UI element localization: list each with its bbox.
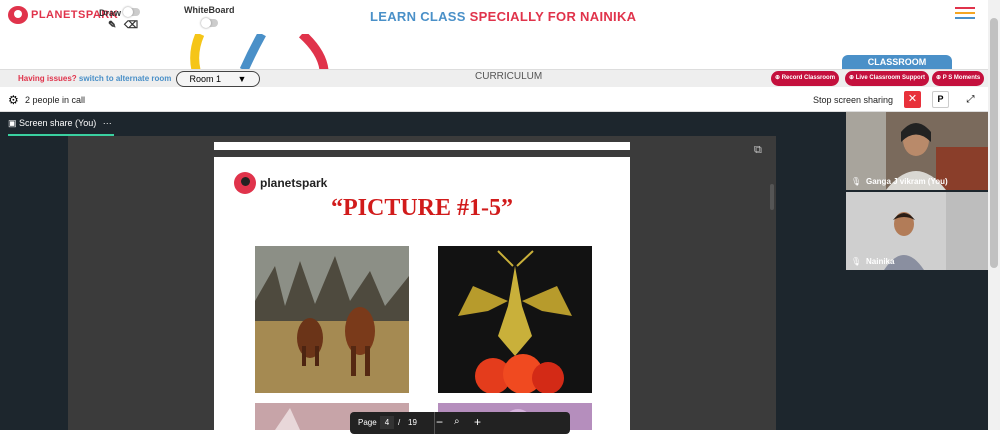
page-number-input[interactable]: 4: [380, 416, 394, 429]
menu-icon[interactable]: [955, 7, 975, 22]
people-count: 2 people in call: [25, 95, 86, 105]
document-logo: planetspark: [234, 172, 327, 194]
page-label: Page: [358, 418, 377, 427]
popout-icon[interactable]: ⧉: [754, 144, 762, 157]
p-button[interactable]: P: [932, 91, 949, 108]
whiteboard-label: WhiteBoard: [184, 5, 235, 15]
pencil-icon[interactable]: ✎: [108, 20, 116, 31]
screen-share-tab[interactable]: ▣ Screen share (You) ···: [8, 118, 112, 129]
record-classroom-button[interactable]: ⊕ Record Classroom: [771, 71, 840, 86]
issue-label: Having issues?: [18, 74, 77, 83]
stop-share-button[interactable]: ✕: [904, 91, 921, 108]
document-brand: planetspark: [260, 176, 328, 190]
page-total: 19: [408, 418, 417, 427]
live-support-label: Live Classroom Support: [855, 75, 926, 81]
mic-icon: 🎙: [851, 257, 862, 266]
ps-moments-button[interactable]: ⊕ P S Moments: [932, 71, 985, 86]
room-select-value: Room 1: [189, 74, 222, 84]
draw-toggle[interactable]: [123, 7, 140, 17]
title-part1: LEARN CLASS: [370, 9, 466, 24]
viewer-scrollbar[interactable]: [770, 184, 774, 210]
chevron-down-icon: ▼: [237, 74, 247, 84]
curriculum-label[interactable]: CURRICULUM: [475, 71, 542, 82]
divider: [434, 412, 435, 434]
mic-icon: 🎙: [851, 177, 862, 186]
zoom-out-icon[interactable]: −: [436, 415, 443, 429]
alternate-room-link[interactable]: switch to alternate room: [79, 74, 171, 83]
screen-icon: ▣: [8, 118, 17, 128]
decorative-arcs: [190, 34, 329, 70]
zoom-icon[interactable]: ⌕: [454, 416, 460, 427]
top-bar: PLANETSPARK Draw ✎ ⌫ WhiteBoard LEARN CL…: [0, 0, 988, 36]
screen-share-label: Screen share (You): [19, 118, 97, 128]
eraser-icon[interactable]: ⌫: [124, 20, 138, 31]
room-bar: Having issues? switch to alternate room …: [0, 69, 988, 87]
fullscreen-icon[interactable]: ⤢: [962, 91, 979, 108]
scrollbar-thumb[interactable]: [990, 18, 998, 268]
participants-panel: 🎙 Ganga J vikram (You) 🎙 Nainika: [846, 112, 988, 430]
previous-page-edge: [214, 142, 630, 150]
participant-name: Ganga J vikram (You): [866, 177, 948, 186]
document-page: planetspark “PICTURE #1-5”: [214, 157, 630, 430]
ps-moments-label: P S Moments: [942, 75, 981, 81]
horses-picture: [255, 246, 409, 393]
classroom-tab[interactable]: CLASSROOM: [842, 55, 952, 70]
whiteboard-toggle[interactable]: [201, 18, 218, 28]
document-title: “PICTURE #1-5”: [330, 195, 513, 221]
page-scrollbar[interactable]: [988, 0, 1000, 430]
record-classroom-label: Record Classroom: [781, 75, 836, 81]
zoom-in-icon[interactable]: +: [474, 415, 481, 429]
issue-text: Having issues? switch to alternate room: [18, 74, 171, 83]
page-controls: Page 4 / 19 − ⌕ +: [350, 412, 570, 434]
planetspark-mark-icon: [234, 172, 256, 194]
participant-name: Nainika: [866, 257, 895, 266]
shared-screen: planetspark “PICTURE #1-5” ⧉ Page 4 / 19…: [68, 136, 776, 434]
stop-share-label: Stop screen sharing: [813, 95, 894, 105]
participant-tile[interactable]: 🎙 Ganga J vikram (You): [846, 112, 988, 190]
video-stage: ▣ Screen share (You) ··· planetspark “PI…: [0, 112, 988, 434]
planetspark-logo-icon: [8, 6, 28, 24]
call-bar: ⚙ 2 people in call Stop screen sharing ✕…: [0, 88, 988, 112]
mantis-picture: [438, 246, 592, 393]
gear-icon[interactable]: ⚙: [8, 93, 19, 107]
page-separator: /: [398, 418, 401, 427]
more-icon[interactable]: ···: [103, 118, 112, 128]
live-support-button[interactable]: ⊕ Live Classroom Support: [845, 71, 930, 86]
title-part2: SPECIALLY FOR NAINIKA: [469, 9, 637, 24]
page-title: LEARN CLASS SPECIALLY FOR NAINIKA: [370, 9, 636, 24]
room-select[interactable]: Room 1 ▼: [176, 71, 260, 87]
draw-label: Draw: [99, 8, 122, 18]
participant-tile[interactable]: 🎙 Nainika: [846, 192, 988, 270]
